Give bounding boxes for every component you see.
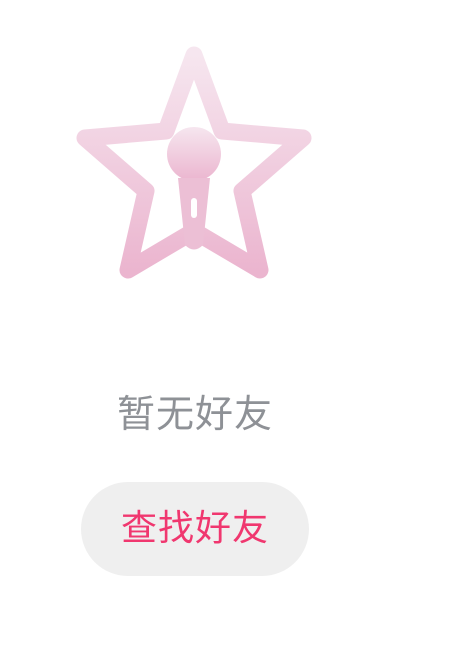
empty-friends-state: 暂无好友 查找好友 [0, 0, 450, 664]
microphone-slot [191, 198, 197, 218]
empty-message: 暂无好友 [116, 392, 273, 436]
find-friends-button[interactable]: 查找好友 [81, 482, 309, 576]
star-microphone-icon [76, 46, 312, 279]
microphone-head [167, 127, 221, 181]
